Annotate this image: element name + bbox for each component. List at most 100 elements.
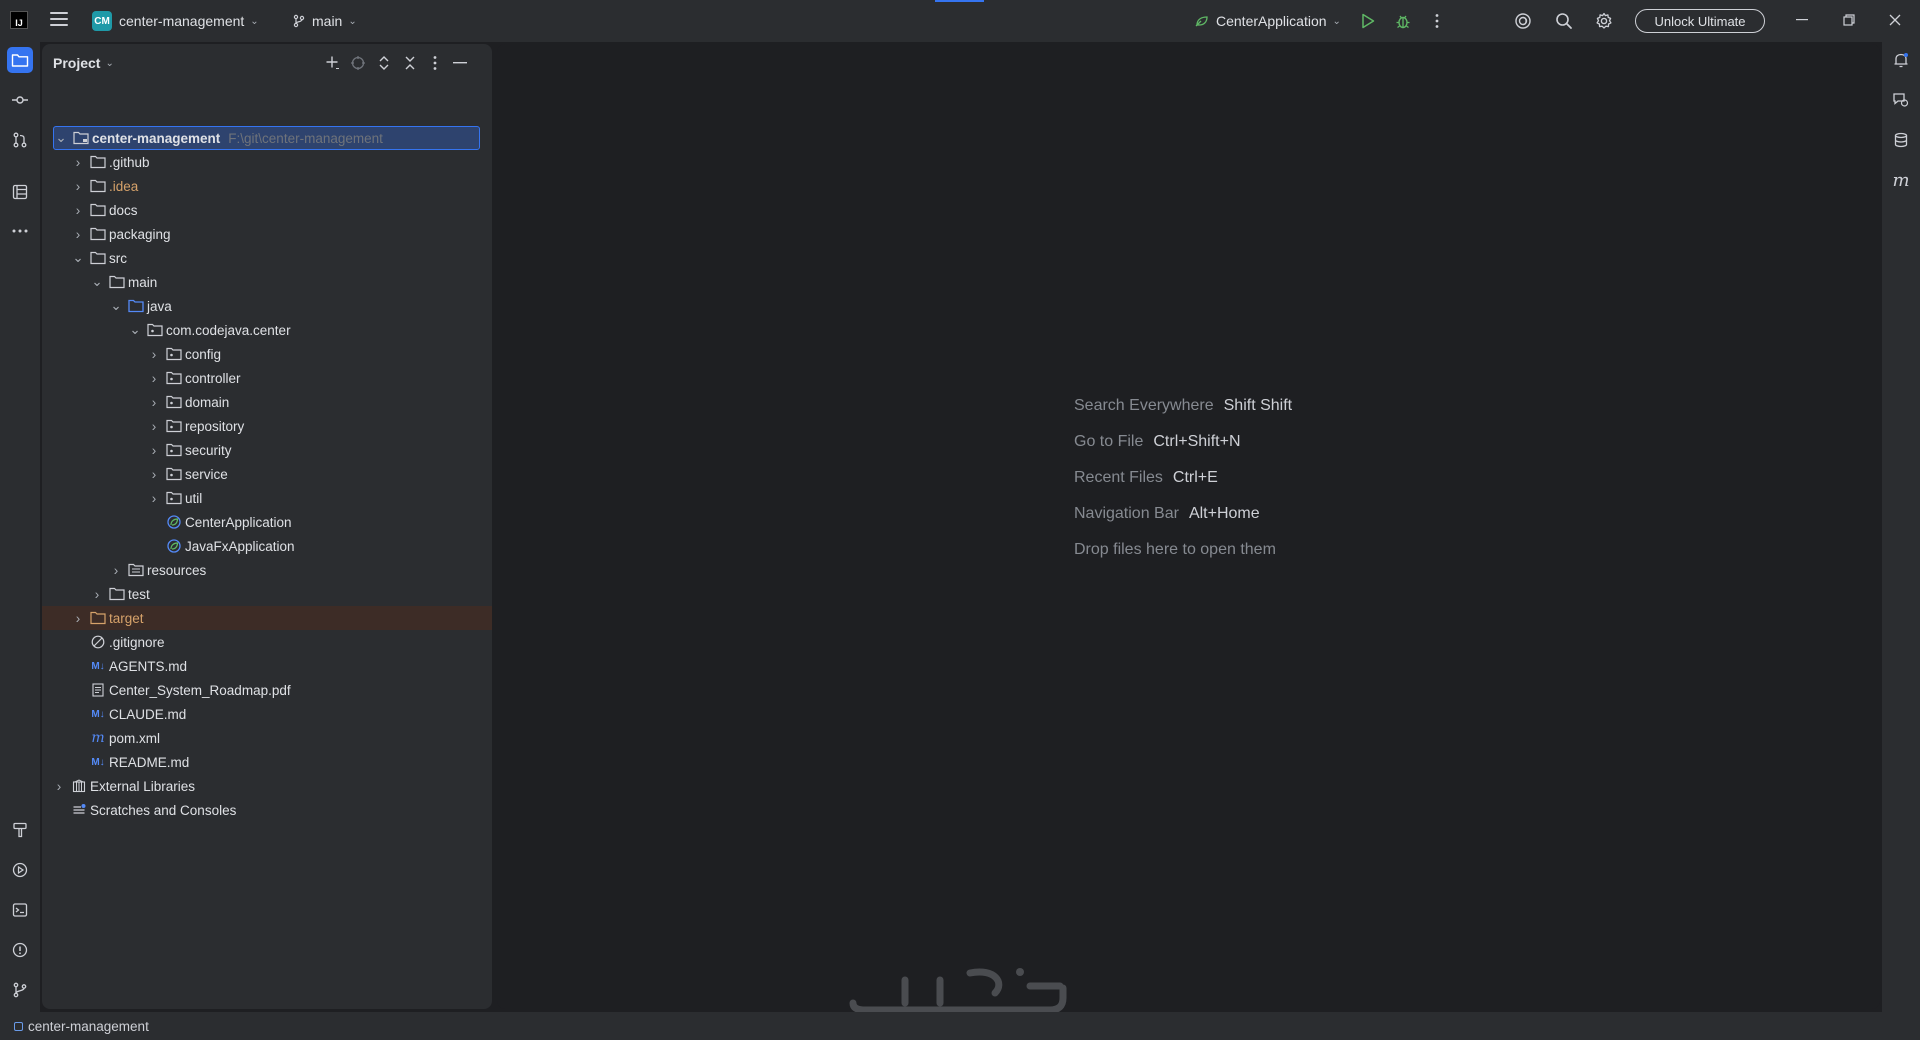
hint-recent-files: Recent Files Ctrl+E xyxy=(1074,469,1218,486)
maven-icon[interactable]: m xyxy=(1888,167,1914,193)
chevron-down-icon[interactable]: ⌄ xyxy=(55,130,67,146)
close-window-icon[interactable] xyxy=(1883,10,1907,30)
commit-icon[interactable] xyxy=(7,87,33,113)
ai-assistant-icon[interactable] xyxy=(1513,11,1533,31)
chevron-right-icon[interactable]: › xyxy=(148,347,160,362)
chevron-right-icon[interactable]: › xyxy=(148,395,160,410)
run-configuration-selector[interactable]: CenterApplication ⌄ xyxy=(1194,10,1341,32)
tree-item-repository[interactable]: › repository xyxy=(42,414,492,438)
expand-all-icon[interactable] xyxy=(375,54,393,72)
tree-root-center-management[interactable]: ⌄ center-management F:\git\center-manage… xyxy=(53,126,480,150)
editor-area[interactable]: Search Everywhere Shift Shift Go to File… xyxy=(497,44,1880,1009)
git-icon[interactable] xyxy=(7,977,33,1003)
debug-icon[interactable] xyxy=(1393,11,1413,31)
tree-item-docs[interactable]: › docs xyxy=(42,198,492,222)
restore-window-icon[interactable] xyxy=(1837,10,1861,30)
chevron-right-icon[interactable]: › xyxy=(110,563,122,578)
chevron-right-icon[interactable]: › xyxy=(148,419,160,434)
watermark-logo xyxy=(849,968,1067,1014)
tree-item-external-libraries[interactable]: › External Libraries xyxy=(42,774,492,798)
library-icon xyxy=(71,778,87,794)
resources-folder-icon xyxy=(128,562,144,578)
root-path: F:\git\center-management xyxy=(228,130,383,146)
database-icon[interactable] xyxy=(1888,127,1914,153)
run-icon[interactable] xyxy=(1358,11,1378,31)
tree-item-gitignore[interactable]: .gitignore xyxy=(42,630,492,654)
tree-item-packaging[interactable]: › packaging xyxy=(42,222,492,246)
more-actions-icon[interactable] xyxy=(1427,11,1447,31)
problems-icon[interactable] xyxy=(7,937,33,963)
tree-item-domain[interactable]: › domain xyxy=(42,390,492,414)
empty-editor-hints: Search Everywhere Shift Shift Go to File… xyxy=(1074,388,1292,568)
chevron-down-icon[interactable]: ⌄ xyxy=(110,298,122,314)
settings-gear-icon[interactable] xyxy=(1594,11,1614,31)
chevron-right-icon[interactable]: › xyxy=(72,155,84,170)
tree-item-java[interactable]: ⌄ java xyxy=(42,294,492,318)
search-icon[interactable] xyxy=(1554,11,1574,31)
tree-item-scratches[interactable]: Scratches and Consoles xyxy=(42,798,492,822)
collapse-all-icon[interactable] xyxy=(401,54,419,72)
chevron-right-icon[interactable]: › xyxy=(72,179,84,194)
chevron-right-icon[interactable]: › xyxy=(148,491,160,506)
project-view-selector[interactable]: Project xyxy=(53,55,100,71)
tree-item-config[interactable]: › config xyxy=(42,342,492,366)
ai-chat-icon[interactable] xyxy=(1888,87,1914,113)
tree-item-claude-md[interactable]: M↓ CLAUDE.md xyxy=(42,702,492,726)
tree-item-util[interactable]: › util xyxy=(42,486,492,510)
tree-item-roadmap-pdf[interactable]: Center_System_Roadmap.pdf xyxy=(42,678,492,702)
chevron-right-icon[interactable]: › xyxy=(72,611,84,626)
tree-item-controller[interactable]: › controller xyxy=(42,366,492,390)
hide-panel-icon[interactable] xyxy=(451,54,469,72)
tree-item-center-application[interactable]: CenterApplication xyxy=(42,510,492,534)
tree-item-agents-md[interactable]: M↓ AGENTS.md xyxy=(42,654,492,678)
chevron-right-icon[interactable]: › xyxy=(148,443,160,458)
tree-item-target[interactable]: › target xyxy=(42,606,492,630)
status-project-breadcrumb[interactable]: center-management xyxy=(28,1019,149,1034)
tree-item-main[interactable]: ⌄ main xyxy=(42,270,492,294)
chevron-down-icon[interactable]: ⌄ xyxy=(105,58,113,69)
chevron-right-icon[interactable]: › xyxy=(72,227,84,242)
tree-item-security[interactable]: › security xyxy=(42,438,492,462)
notifications-bell-icon[interactable] xyxy=(1888,47,1914,73)
chevron-right-icon[interactable]: › xyxy=(148,371,160,386)
minimize-window-icon[interactable] xyxy=(1790,10,1814,30)
tree-item-pom-xml[interactable]: m pom.xml xyxy=(42,726,492,750)
folder-icon xyxy=(109,586,125,602)
main-menu-icon[interactable] xyxy=(50,12,68,28)
package-icon xyxy=(166,418,182,434)
more-tool-windows-icon[interactable] xyxy=(7,218,33,244)
tree-item-resources[interactable]: › resources xyxy=(42,558,492,582)
chevron-right-icon[interactable]: › xyxy=(53,779,65,794)
tree-item-github[interactable]: › .github xyxy=(42,150,492,174)
chevron-right-icon[interactable]: › xyxy=(148,467,160,482)
pull-requests-icon[interactable] xyxy=(7,127,33,153)
select-opened-file-icon[interactable] xyxy=(349,54,367,72)
structure-icon[interactable] xyxy=(7,179,33,205)
chevron-down-icon[interactable]: ⌄ xyxy=(72,250,84,266)
tree-item-service[interactable]: › service xyxy=(42,462,492,486)
project-switcher[interactable]: CM center-management ⌄ xyxy=(92,10,259,32)
intellij-logo-icon[interactable]: IJ xyxy=(10,11,28,29)
tree-item-javafx-application[interactable]: JavaFxApplication xyxy=(42,534,492,558)
branch-switcher[interactable]: main ⌄ xyxy=(292,10,357,32)
project-tool-folder-icon[interactable] xyxy=(7,47,33,73)
tree-item-src[interactable]: ⌄ src xyxy=(42,246,492,270)
new-file-plus-icon[interactable] xyxy=(324,54,342,72)
build-hammer-icon[interactable] xyxy=(7,817,33,843)
tree-item-idea[interactable]: › .idea xyxy=(42,174,492,198)
package-icon xyxy=(166,346,182,362)
terminal-icon[interactable] xyxy=(7,897,33,923)
source-root-folder-icon xyxy=(128,298,144,314)
services-run-icon[interactable] xyxy=(7,857,33,883)
hint-go-to-file: Go to File Ctrl+Shift+N xyxy=(1074,433,1241,450)
spring-run-icon xyxy=(1195,16,1208,27)
chevron-down-icon[interactable]: ⌄ xyxy=(129,322,141,338)
tree-item-package-root[interactable]: ⌄ com.codejava.center xyxy=(42,318,492,342)
options-kebab-icon[interactable] xyxy=(426,54,444,72)
tree-item-readme-md[interactable]: M↓ README.md xyxy=(42,750,492,774)
chevron-right-icon[interactable]: › xyxy=(72,203,84,218)
unlock-ultimate-button[interactable]: Unlock Ultimate xyxy=(1635,9,1765,33)
chevron-right-icon[interactable]: › xyxy=(91,587,103,602)
chevron-down-icon[interactable]: ⌄ xyxy=(91,274,103,290)
tree-item-test[interactable]: › test xyxy=(42,582,492,606)
